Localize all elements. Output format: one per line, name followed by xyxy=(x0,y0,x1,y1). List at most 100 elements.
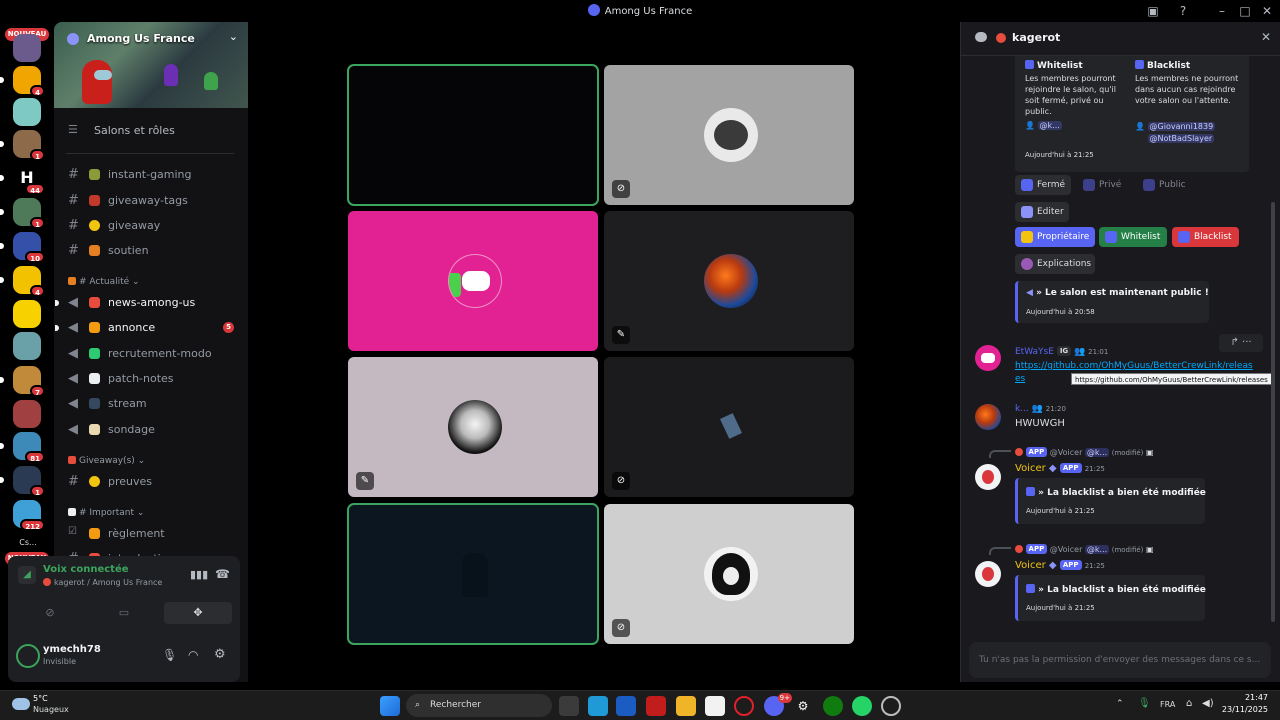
search-box[interactable]: ⌕ Rechercher xyxy=(406,694,552,717)
forward-icon[interactable]: ↱ xyxy=(1230,337,1238,348)
message-input[interactable]: Tu n'as pas la permission d'envoyer des … xyxy=(969,642,1271,678)
weather-desc[interactable]: Nuageux xyxy=(33,705,69,714)
private-button[interactable]: Privé xyxy=(1077,175,1131,195)
explanations-button[interactable]: Explications xyxy=(1015,254,1095,274)
channel-news-among-us[interactable]: ◀ news-among-us xyxy=(55,292,242,314)
blacklist-button[interactable]: Blacklist xyxy=(1172,227,1239,247)
participant-tile[interactable]: ⊘ xyxy=(604,65,854,205)
server-icon[interactable]: 7 xyxy=(0,366,45,397)
server-icon[interactable]: 1 xyxy=(0,198,45,229)
whatsapp-icon[interactable] xyxy=(852,696,872,716)
clock-date[interactable]: 23/11/2025 xyxy=(1220,705,1268,714)
activities-button[interactable]: ✥ xyxy=(164,602,232,624)
server-icon[interactable]: 81 xyxy=(0,432,45,463)
minimize-icon[interactable]: – xyxy=(1214,3,1230,19)
server-icon[interactable] xyxy=(13,34,41,62)
channel-giveaway-tags[interactable]: # giveaway-tags xyxy=(62,190,242,212)
volume-icon[interactable]: ◀) xyxy=(1202,698,1214,709)
more-icon[interactable]: ··· xyxy=(1242,337,1252,348)
discord-icon[interactable]: 9+ xyxy=(764,693,792,716)
server-banner[interactable]: Among Us France ⌄ xyxy=(54,22,248,108)
xbox-icon[interactable] xyxy=(823,696,843,716)
steam-icon[interactable]: ⚙ xyxy=(793,696,813,716)
participant-tile[interactable]: ⊘ xyxy=(604,504,854,644)
browse-channels[interactable]: ☰ Salons et rôles xyxy=(62,120,242,142)
participant-tile[interactable]: ✎ xyxy=(604,211,854,351)
chrome-icon[interactable] xyxy=(881,696,901,716)
participant-tile[interactable] xyxy=(348,211,598,351)
server-icon[interactable]: 212 xyxy=(13,500,45,531)
public-button[interactable]: Public xyxy=(1137,175,1195,195)
server-icon[interactable]: 4 xyxy=(0,66,45,97)
owner-button[interactable]: Propriétaire xyxy=(1015,227,1095,247)
reply-preview[interactable]: APP @Voicer @k... (modifié) ▣ xyxy=(1015,544,1154,554)
server-icon[interactable]: 1 xyxy=(0,466,45,497)
channel-sondage[interactable]: ◀ sondage xyxy=(62,419,242,441)
video-off-button[interactable]: ⊘ xyxy=(16,602,84,624)
channel-stream[interactable]: ◀ stream xyxy=(62,393,242,415)
category-giveaway[interactable]: Giveaway(s) ⌄ xyxy=(68,456,145,466)
channel-instant-gaming[interactable]: # instant-gaming xyxy=(62,164,242,186)
edit-button[interactable]: Editer xyxy=(1015,202,1069,222)
avatar[interactable] xyxy=(975,561,1001,587)
participant-tile[interactable]: ✎ xyxy=(348,357,598,497)
signal-icon[interactable]: ◢ xyxy=(18,566,36,584)
avatar[interactable] xyxy=(975,464,1001,490)
microphone-in-use-icon[interactable]: 🎙 xyxy=(1138,698,1151,709)
channel-recrutement-modo[interactable]: ◀ recrutement-modo xyxy=(62,343,242,365)
voice-location[interactable]: kagerot / Among Us France xyxy=(43,578,162,587)
task-view-icon[interactable] xyxy=(559,696,579,716)
server-icon[interactable] xyxy=(13,400,41,428)
mention[interactable]: @k... xyxy=(1084,545,1110,554)
server-icon[interactable]: 4 xyxy=(0,266,45,297)
message-author[interactable]: EtWaYsE xyxy=(1015,347,1054,357)
server-icon[interactable]: H 44 xyxy=(0,164,45,195)
server-icon[interactable] xyxy=(13,300,41,328)
reply-preview[interactable]: APP @Voicer @k... (modifié) ▣ xyxy=(1015,447,1154,457)
avatar[interactable] xyxy=(975,345,1001,371)
category-important[interactable]: # Important ⌄ xyxy=(68,508,144,518)
participant-tile[interactable] xyxy=(347,64,599,206)
scrollbar[interactable] xyxy=(1271,202,1275,622)
channel-patch-notes[interactable]: ◀ patch-notes xyxy=(62,368,242,390)
message-author[interactable]: Voicer xyxy=(1015,463,1046,474)
language-indicator[interactable]: FRA xyxy=(1160,700,1175,709)
network-icon[interactable]: ⌂ xyxy=(1186,698,1192,709)
screen-share-button[interactable]: ▭ xyxy=(90,602,158,624)
avatar[interactable] xyxy=(975,404,1001,430)
close-icon[interactable]: ✕ xyxy=(1261,30,1271,44)
channel-giveaway[interactable]: # giveaway xyxy=(62,215,242,237)
close-icon[interactable]: ✕ xyxy=(1259,3,1275,19)
chevron-down-icon[interactable]: ⌄ xyxy=(229,30,238,43)
mention[interactable]: @k... xyxy=(1037,121,1062,130)
headphones-icon[interactable]: ◠ xyxy=(188,648,198,662)
maximize-icon[interactable]: □ xyxy=(1237,3,1253,19)
help-icon[interactable]: ? xyxy=(1175,3,1191,19)
word-icon[interactable] xyxy=(616,696,636,716)
disconnect-icon[interactable]: ☎ xyxy=(215,567,230,581)
opera-icon[interactable] xyxy=(734,696,754,716)
category-actualite[interactable]: # Actualité ⌄ xyxy=(68,277,140,287)
lock-button[interactable]: Fermé xyxy=(1015,175,1071,195)
channel-annonce[interactable]: ◀ annonce 5 xyxy=(55,317,242,339)
server-icon[interactable] xyxy=(13,98,41,126)
settings-gear-icon[interactable]: ⚙ xyxy=(214,647,226,662)
mention[interactable]: @Giovanni1839 xyxy=(1147,122,1216,131)
server-icon[interactable]: 10 xyxy=(0,232,45,263)
amd-icon[interactable] xyxy=(646,696,666,716)
store-icon[interactable] xyxy=(705,696,725,716)
microphone-icon[interactable]: 🎙 xyxy=(162,648,177,662)
server-icon[interactable] xyxy=(13,332,41,360)
noise-suppression-icon[interactable]: ▮▮▮ xyxy=(190,568,208,581)
server-icon[interactable]: 1 xyxy=(0,130,45,161)
mention[interactable]: @k... xyxy=(1084,448,1110,457)
channel-soutien[interactable]: # soutien xyxy=(62,240,242,262)
channel-reglement[interactable]: ☑ règlement xyxy=(62,523,242,545)
channel-preuves[interactable]: # preuves xyxy=(62,471,242,493)
weather-temp[interactable]: 5°C xyxy=(33,694,48,703)
message-author[interactable]: Voicer xyxy=(1015,560,1046,571)
app-icon[interactable] xyxy=(588,696,608,716)
participant-tile[interactable] xyxy=(347,503,599,645)
avatar[interactable] xyxy=(16,644,40,668)
message-actions[interactable]: ↱ ··· xyxy=(1219,334,1263,352)
